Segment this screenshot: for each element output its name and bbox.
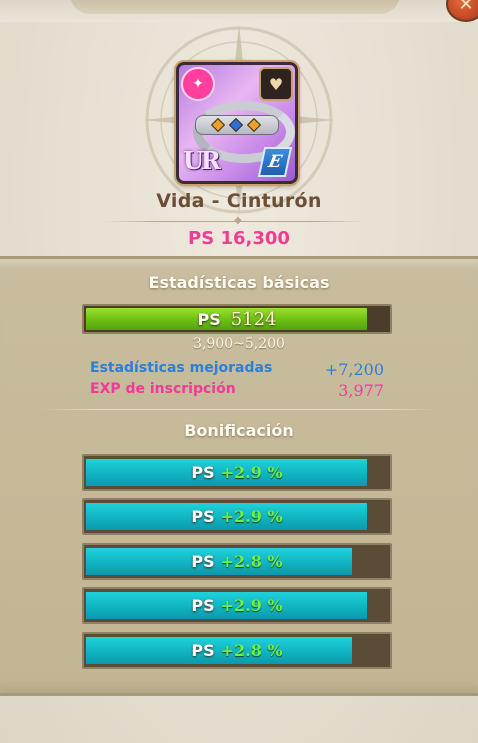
bonus-bar: PS +2.8 % xyxy=(82,543,392,580)
improved-stats-row: Estadísticas mejoradas +7,200 xyxy=(90,360,384,380)
inscription-exp-row: EXP de inscripción 3,977 xyxy=(90,381,384,401)
bonus-stat-value: +2.9 % xyxy=(220,507,283,526)
bonus-stat-label: PS xyxy=(191,463,215,482)
element-crest-icon: ✦ xyxy=(181,67,215,101)
stat-range: 3,900~5,200 xyxy=(193,336,285,352)
header-ornament xyxy=(70,0,400,14)
bonus-stat-label: PS xyxy=(191,641,215,660)
inscription-exp-label: EXP de inscripción xyxy=(90,381,236,397)
bonus-stat-value: +2.8 % xyxy=(220,641,283,660)
basic-stat-text: PS 5124 xyxy=(84,306,390,332)
bonus-stat-value: +2.9 % xyxy=(220,463,283,482)
bonus-stat-label: PS xyxy=(191,596,215,615)
improved-stats-label: Estadísticas mejoradas xyxy=(90,360,273,376)
total-stat: PS 16,300 xyxy=(188,228,290,249)
grade-badge: E xyxy=(257,147,293,177)
item-name: Vida - Cinturón xyxy=(156,190,322,212)
bonus-bar: PS +2.9 % xyxy=(82,454,392,491)
section-divider xyxy=(40,409,438,410)
bonus-bar: PS +2.8 % xyxy=(82,632,392,669)
basic-stat-label: PS xyxy=(197,309,221,329)
close-icon: ✕ xyxy=(458,0,474,15)
item-card[interactable]: ✦ ♥ UR E xyxy=(176,62,298,184)
bonus-stat-value: +2.9 % xyxy=(220,596,283,615)
basic-stat-value: 5124 xyxy=(230,308,277,330)
inscription-exp-value: 3,977 xyxy=(338,381,384,400)
bonus-bar: PS +2.9 % xyxy=(82,498,392,535)
bonus-title: Bonificación xyxy=(184,421,294,440)
basic-stat-bar: PS 5124 xyxy=(82,304,392,334)
bonus-stat-label: PS xyxy=(191,507,215,526)
improved-stats-value: +7,200 xyxy=(324,360,384,379)
bonus-bar: PS +2.9 % xyxy=(82,587,392,624)
bonus-stat-label: PS xyxy=(191,552,215,571)
rarity-badge: UR xyxy=(183,146,221,175)
divider-ornament: ◆ xyxy=(234,215,242,226)
heart-icon: ♥ xyxy=(259,67,293,101)
bonus-stat-value: +2.8 % xyxy=(220,552,283,571)
basic-stats-title: Estadísticas básicas xyxy=(148,273,330,292)
